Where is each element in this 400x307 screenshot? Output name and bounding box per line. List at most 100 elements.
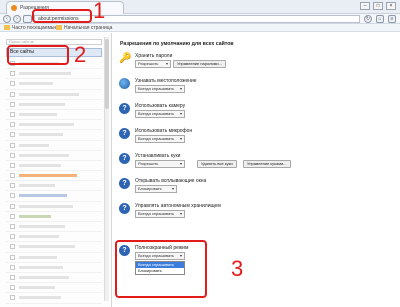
- manage-cookies-button[interactable]: Управление куками...: [243, 160, 291, 168]
- firefox-icon: [11, 5, 17, 11]
- site-name-blurred: [19, 286, 55, 290]
- minimize-button[interactable]: –: [360, 2, 370, 10]
- site-name-blurred: [19, 184, 55, 188]
- site-favicon: [10, 244, 15, 250]
- question-icon: ?: [119, 178, 130, 189]
- question-icon: ?: [119, 128, 130, 139]
- folder-icon: [4, 25, 10, 31]
- site-list-item[interactable]: [6, 222, 102, 233]
- question-icon: ?: [119, 103, 130, 114]
- site-list-item[interactable]: [6, 181, 102, 192]
- site-name-blurred: [19, 296, 61, 300]
- annotation-number-1: 1: [93, 0, 106, 23]
- site-name-blurred: [19, 245, 75, 249]
- annotation-number-2: 2: [74, 42, 87, 67]
- popups-select[interactable]: Блокировать: [135, 185, 177, 193]
- identity-icon[interactable]: [23, 15, 32, 23]
- globe-icon: ●: [119, 78, 130, 89]
- site-list-item[interactable]: [6, 283, 102, 294]
- site-favicon: [10, 203, 15, 209]
- site-favicon: [10, 285, 15, 291]
- offline-storage-select[interactable]: Всегда спрашивать: [135, 210, 185, 218]
- bookmark-most-visited[interactable]: Часто посещаемые: [4, 25, 57, 31]
- site-list-item[interactable]: [6, 293, 102, 304]
- menu-icon[interactable]: ≡: [388, 15, 396, 23]
- site-name-blurred: [19, 225, 65, 228]
- site-list-item[interactable]: [6, 212, 102, 222]
- site-list-item[interactable]: [6, 191, 102, 202]
- site-favicon: [10, 81, 15, 87]
- delete-cookies-button[interactable]: Удалить все куки: [197, 160, 237, 168]
- back-icon[interactable]: ‹: [3, 15, 11, 23]
- site-favicon: [10, 183, 15, 189]
- site-list-item[interactable]: [6, 161, 102, 172]
- site-name-blurred: [19, 123, 74, 127]
- camera-select[interactable]: Всегда спрашивать: [135, 110, 185, 118]
- site-favicon: [10, 234, 15, 240]
- permission-title: Открывать всплывающие окна: [135, 178, 207, 184]
- site-name-blurred: [19, 214, 51, 218]
- annotation-box-3: [115, 240, 207, 298]
- site-name-blurred: [19, 92, 79, 96]
- scrollbar-thumb[interactable]: [105, 39, 109, 109]
- site-name-blurred: [19, 194, 67, 198]
- site-list-item[interactable]: [6, 90, 102, 100]
- annotation-box-2: [7, 45, 69, 65]
- site-list-item[interactable]: [6, 141, 102, 151]
- site-list: [6, 59, 102, 304]
- permission-title: Управлять автономным хранилищем: [135, 203, 221, 209]
- forward-icon[interactable]: ›: [13, 15, 21, 23]
- site-list-item[interactable]: [6, 130, 102, 141]
- permission-title: Устанавливать куки: [135, 153, 181, 159]
- site-name-blurred: [19, 82, 53, 86]
- permissions-header: Разрешения по умолчанию для всех сайтов: [120, 41, 234, 47]
- site-list-item[interactable]: [6, 69, 102, 80]
- site-list-item[interactable]: [6, 232, 102, 243]
- site-favicon: [10, 142, 15, 148]
- folder-icon: [56, 25, 62, 31]
- site-name-blurred: [19, 133, 63, 137]
- permission-title: Использовать камеру: [135, 103, 186, 109]
- site-name-blurred: [19, 143, 49, 147]
- microphone-select[interactable]: Всегда спрашивать: [135, 135, 185, 143]
- site-list-item[interactable]: [6, 120, 102, 131]
- cookies-select[interactable]: Разрешить: [135, 160, 185, 168]
- sites-panel: Поиск сайтов Все сайты: [0, 33, 112, 307]
- bookmark-start-page[interactable]: Начальная страница: [56, 25, 112, 31]
- site-list-item[interactable]: [6, 242, 102, 253]
- maximize-button[interactable]: □: [373, 2, 383, 10]
- site-list-item[interactable]: [6, 253, 102, 263]
- site-favicon: [10, 101, 15, 107]
- site-favicon: [10, 71, 15, 77]
- site-list-item[interactable]: [6, 202, 102, 212]
- site-list-item[interactable]: [6, 151, 102, 161]
- site-favicon: [10, 162, 15, 168]
- site-list-item[interactable]: [6, 171, 102, 182]
- site-list-item[interactable]: [6, 110, 102, 121]
- site-favicon: [10, 122, 15, 128]
- home-icon[interactable]: ⌂: [376, 15, 384, 23]
- site-favicon: [10, 264, 15, 270]
- manage-passwords-button[interactable]: Управление паролями...: [173, 60, 226, 68]
- permission-title: Узнавать местоположение: [135, 78, 197, 84]
- site-name-blurred: [19, 235, 59, 239]
- site-favicon: [10, 254, 15, 260]
- site-list-item[interactable]: [6, 79, 102, 90]
- passwords-select[interactable]: Разрешить: [135, 60, 171, 68]
- site-favicon: [10, 224, 15, 229]
- annotation-box-1: [32, 9, 92, 23]
- site-name-blurred: [19, 174, 77, 178]
- close-button[interactable]: ×: [386, 2, 396, 10]
- geolocation-select[interactable]: Всегда спрашивать: [135, 85, 185, 93]
- site-name-blurred: [19, 255, 57, 259]
- site-list-item[interactable]: [6, 273, 102, 284]
- reload-icon[interactable]: ↻: [364, 15, 372, 23]
- site-list-item[interactable]: [6, 100, 102, 110]
- site-name-blurred: [19, 204, 73, 208]
- site-name-blurred: [19, 275, 69, 279]
- sites-scrollbar[interactable]: [104, 37, 109, 301]
- site-favicon: [10, 193, 15, 199]
- annotation-number-3: 3: [231, 256, 244, 281]
- site-list-item[interactable]: [6, 263, 102, 273]
- site-name-blurred: [19, 265, 63, 269]
